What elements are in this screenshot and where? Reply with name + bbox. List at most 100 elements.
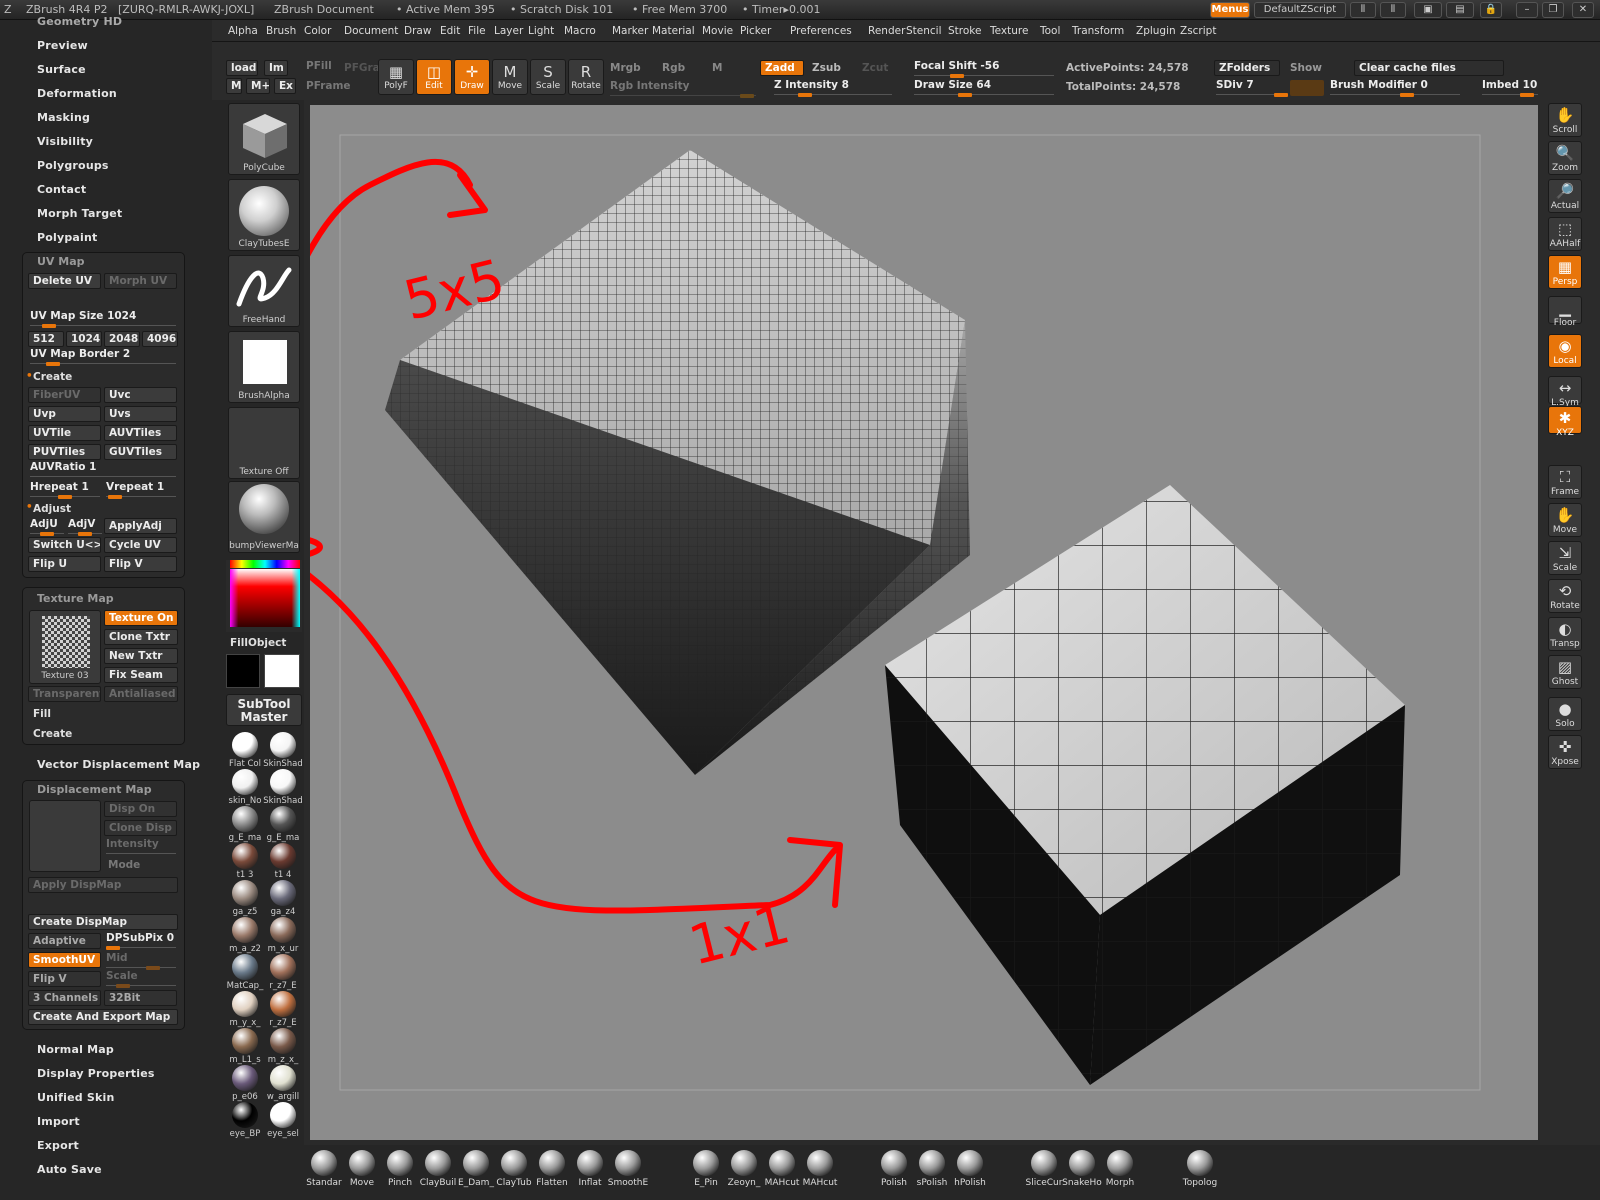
menu-color[interactable]: Color xyxy=(304,25,331,37)
menu-texture[interactable]: Texture xyxy=(990,25,1028,37)
fix-seam-button[interactable]: Fix Seam xyxy=(104,667,178,683)
texture-create-item[interactable]: Create xyxy=(33,728,72,740)
right-rotate-button[interactable]: ⟲ Rotate xyxy=(1548,579,1582,613)
rgb-button[interactable]: Rgb xyxy=(662,62,685,74)
tool-draw-button[interactable]: ✛ Draw xyxy=(454,59,490,95)
menus-button[interactable]: Menus xyxy=(1210,2,1250,18)
maximize-icon[interactable]: ❐ xyxy=(1542,2,1564,18)
material-swatch[interactable] xyxy=(232,991,258,1017)
polycube-tool-thumb[interactable]: PolyCube xyxy=(228,103,300,175)
uv-size-4096-button[interactable]: 4096 xyxy=(142,331,178,347)
menu-edit[interactable]: Edit xyxy=(440,25,460,37)
displacement-thumbnail[interactable] xyxy=(29,800,101,872)
uvs-button[interactable]: Uvs xyxy=(104,406,177,422)
material-swatch[interactable] xyxy=(232,1102,258,1128)
texture-on-button[interactable]: Texture On xyxy=(104,610,178,626)
material-swatch[interactable] xyxy=(232,732,258,758)
slider-knob[interactable] xyxy=(78,532,92,536)
brush-morph-button[interactable]: Morph xyxy=(1098,1150,1142,1188)
texture-thumbnail[interactable]: Texture 03 xyxy=(29,610,101,684)
material-swatch[interactable] xyxy=(232,954,258,980)
show-button[interactable]: Show xyxy=(1290,62,1322,74)
uvc-button[interactable]: Uvc xyxy=(104,387,177,403)
slider-knob[interactable] xyxy=(108,495,122,499)
puvtiles-button[interactable]: PUVTiles xyxy=(28,444,101,460)
menu-document[interactable]: Document xyxy=(344,25,398,37)
spacer-left-icon[interactable]: ⦀ xyxy=(1350,2,1376,18)
right-floor-button[interactable]: ▁ Floor xyxy=(1548,296,1582,328)
hrepeat-slider[interactable]: Hrepeat 1 xyxy=(30,481,100,499)
tool-scale-button[interactable]: S Scale xyxy=(530,59,566,95)
deformation-item[interactable]: Deformation xyxy=(37,87,117,100)
right-xpose-button[interactable]: ✜ Xpose xyxy=(1548,735,1582,769)
material-swatch[interactable] xyxy=(270,991,296,1017)
contact-item[interactable]: Contact xyxy=(37,183,86,196)
antialiased-button[interactable]: Antialiased xyxy=(104,686,178,702)
material-thumb[interactable]: bumpViewerMa xyxy=(228,481,300,553)
right-move-button[interactable]: ✋ Move xyxy=(1548,503,1582,537)
load-button[interactable]: load xyxy=(226,60,258,76)
right-solo-button[interactable]: ● Solo xyxy=(1548,697,1582,731)
dpsubpix-slider[interactable]: DPSubPix 0 xyxy=(106,932,176,950)
adjust-subsection[interactable]: Adjust xyxy=(33,503,71,515)
material-swatch[interactable] xyxy=(270,1065,296,1091)
right-frame-button[interactable]: ⛶ Frame xyxy=(1548,465,1582,499)
color-picker[interactable] xyxy=(226,560,302,632)
applyadj-button[interactable]: ApplyAdj xyxy=(104,518,177,534)
uv-size-512-button[interactable]: 512 xyxy=(28,331,64,347)
unified-skin-item[interactable]: Unified Skin xyxy=(37,1091,115,1104)
menu-transform[interactable]: Transform xyxy=(1072,25,1124,37)
primary-color-swatch[interactable] xyxy=(264,654,300,688)
rgb-intensity-slider[interactable]: Rgb Intensity xyxy=(610,80,756,98)
right-local-button[interactable]: ◉ Local xyxy=(1548,334,1582,368)
freehand-stroke-thumb[interactable]: FreeHand xyxy=(228,255,300,327)
secondary-color-swatch[interactable] xyxy=(226,654,260,688)
menu-render[interactable]: Render xyxy=(868,25,905,37)
uv-map-size-slider[interactable]: UV Map Size 1024 xyxy=(30,310,176,328)
layout-switch-icon[interactable]: ▤ xyxy=(1446,2,1474,18)
material-swatch[interactable] xyxy=(270,769,296,795)
fill-item[interactable]: Fill xyxy=(33,708,51,720)
lock-icon[interactable]: 🔒 xyxy=(1480,2,1502,18)
claytubes-brush-thumb[interactable]: ClayTubesE xyxy=(228,179,300,251)
tool-move-button[interactable]: M Move xyxy=(492,59,528,95)
material-swatch[interactable] xyxy=(270,880,296,906)
mid-slider[interactable]: Mid xyxy=(106,952,176,970)
brush-topolog-button[interactable]: Topolog xyxy=(1178,1150,1222,1188)
spacer-right-icon[interactable]: ⦀ xyxy=(1380,2,1406,18)
guvtiles-button[interactable]: GUVTiles xyxy=(104,444,177,460)
three-channels-button[interactable]: 3 Channels xyxy=(28,990,101,1006)
masking-item[interactable]: Masking xyxy=(37,111,90,124)
material-swatch[interactable] xyxy=(232,806,258,832)
scale-slider[interactable]: Scale xyxy=(106,970,176,988)
zsub-button[interactable]: Zsub xyxy=(812,62,841,74)
uvp-button[interactable]: Uvp xyxy=(28,406,101,422)
tool-rotate-button[interactable]: R Rotate xyxy=(568,59,604,95)
im-button[interactable]: Im xyxy=(264,60,288,76)
right-zoom-button[interactable]: 🔍 Zoom xyxy=(1548,141,1582,175)
color-square[interactable] xyxy=(230,569,300,627)
menu-light[interactable]: Light xyxy=(528,25,554,37)
slider-knob[interactable] xyxy=(42,324,56,328)
m-plus-button[interactable]: M+ xyxy=(246,78,270,94)
slider-knob[interactable] xyxy=(950,74,964,78)
right-aahalf-button[interactable]: ⬚ AAHalf xyxy=(1548,217,1582,251)
vrepeat-slider[interactable]: Vrepeat 1 xyxy=(106,481,176,499)
slider-knob[interactable] xyxy=(106,946,120,950)
displacement-map-title[interactable]: Displacement Map xyxy=(37,783,152,796)
slider-knob[interactable] xyxy=(1520,93,1534,97)
delete-uv-button[interactable]: Delete UV xyxy=(28,273,101,289)
clone-disp-button[interactable]: Clone Disp xyxy=(104,820,177,836)
slider-knob[interactable] xyxy=(58,495,72,499)
uv-map-border-slider[interactable]: UV Map Border 2 xyxy=(30,348,176,366)
apply-dispmap-button[interactable]: Apply DispMap xyxy=(28,877,178,893)
cube-5x5-mesh[interactable] xyxy=(385,150,970,775)
uv-size-1024-button[interactable]: 1024 xyxy=(66,331,102,347)
viewport-svg[interactable]: 5x5 1x1 xyxy=(7,105,1538,1140)
surface-item[interactable]: Surface xyxy=(37,63,86,76)
m-paint-button[interactable]: M xyxy=(712,62,722,74)
uvtile-button[interactable]: UVTile xyxy=(28,425,101,441)
import-item[interactable]: Import xyxy=(37,1115,80,1128)
sdiv-slider[interactable]: SDiv 7 xyxy=(1216,79,1288,97)
slider-knob[interactable] xyxy=(116,984,130,988)
